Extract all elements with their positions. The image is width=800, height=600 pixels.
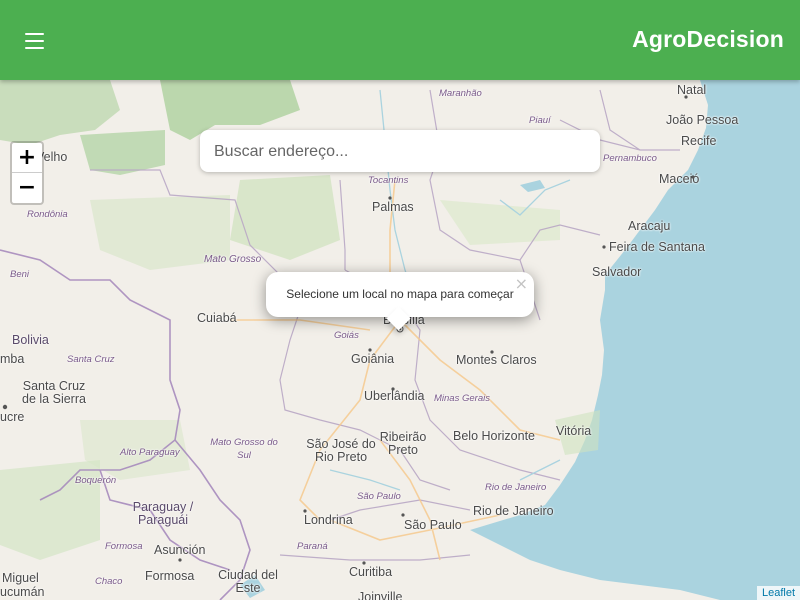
city-label: Aracaju xyxy=(628,219,671,233)
city-label: Palmas xyxy=(372,200,414,214)
map-label: Tocantins xyxy=(368,175,409,186)
city-label: Uberlândia xyxy=(364,389,425,403)
hamburger-menu-icon[interactable] xyxy=(22,28,48,52)
map-label: Paraná xyxy=(297,541,328,552)
map-label: Piauí xyxy=(529,115,551,126)
search-input[interactable] xyxy=(212,130,592,174)
map-popup: Selecione um local no mapa para começar … xyxy=(266,272,534,331)
search-box xyxy=(200,130,600,174)
city-label: Joinville xyxy=(358,590,403,600)
city-label: Goiânia xyxy=(351,352,395,366)
map-label: Pernambuco xyxy=(603,153,657,164)
city-label: São José do Rio Preto xyxy=(306,437,376,464)
city-label: Londrina xyxy=(304,513,353,527)
city-label: Salvador xyxy=(592,265,642,279)
zoom-control: + − xyxy=(10,141,44,205)
city-label: São Paulo xyxy=(404,518,462,532)
menu-bar xyxy=(25,47,44,49)
map-label: Santa Cruz xyxy=(67,354,115,365)
map-label: Maranhão xyxy=(439,88,482,99)
city-label: João Pessoa xyxy=(666,113,739,127)
country-label: Paraguay / Paraguái xyxy=(132,500,194,527)
map-label: Mato Grosso do Sul xyxy=(210,437,278,461)
map-label: Mato Grosso xyxy=(204,254,262,265)
city-label: Rio de Janeiro xyxy=(473,504,554,518)
map-label: São Paulo xyxy=(357,491,401,502)
city-label: Belo Horizonte xyxy=(453,429,535,443)
map-label: Rio de Janeiro xyxy=(485,482,547,493)
map-label: Chaco xyxy=(95,576,123,587)
close-icon[interactable]: × xyxy=(515,274,528,293)
map-label: Formosa xyxy=(105,541,143,552)
city-label: ucumán xyxy=(0,585,45,599)
map-label: Boquerón xyxy=(75,475,117,486)
menu-bar xyxy=(25,33,44,35)
map-label: Minas Gerais xyxy=(434,393,490,404)
zoom-out-button[interactable]: − xyxy=(12,173,42,203)
map-label: Beni xyxy=(10,269,30,280)
map-label: Rondônia xyxy=(27,209,68,220)
city-label: Miguel xyxy=(2,571,39,585)
app-window: AgroDecision Maranhão Piauí Pernambuco T… xyxy=(0,0,800,600)
city-label: mba xyxy=(0,352,25,366)
city-label: ucre xyxy=(0,410,25,424)
country-label: Bolivia xyxy=(12,333,49,347)
app-title: AgroDecision xyxy=(632,26,784,52)
city-label: Ciudad del Este xyxy=(218,568,278,595)
city-label: Vitória xyxy=(556,424,592,438)
city-label: Montes Claros xyxy=(456,353,537,367)
city-label: Formosa xyxy=(145,569,195,583)
city-label: Recife xyxy=(681,134,717,148)
city-label: Santa Cruz de la Sierra xyxy=(22,379,86,406)
map-label: Goiás xyxy=(334,330,359,341)
city-label: Cuiabá xyxy=(197,311,237,325)
city-label: Maceió xyxy=(659,172,700,186)
attribution-link[interactable]: Leaflet xyxy=(756,586,800,600)
city-label: Curitiba xyxy=(349,565,393,579)
map-label: Alto Paraguay xyxy=(120,447,180,458)
city-label: Asunción xyxy=(154,543,206,557)
menu-bar xyxy=(25,40,44,42)
zoom-in-button[interactable]: + xyxy=(12,143,42,173)
app-header: AgroDecision xyxy=(0,0,800,80)
popup-message: Selecione um local no mapa para começar xyxy=(286,287,514,301)
city-label: Feira de Santana xyxy=(609,240,705,254)
city-label: Natal xyxy=(677,83,707,97)
